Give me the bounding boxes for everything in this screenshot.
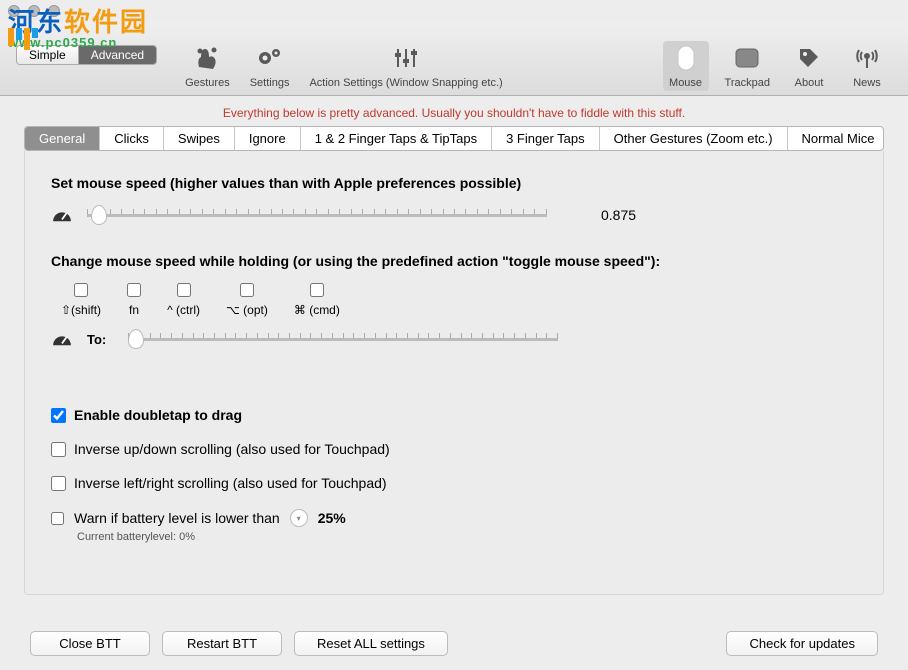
stepper-icon[interactable]: ▾ bbox=[290, 509, 308, 527]
minimize-window-icon[interactable] bbox=[28, 5, 40, 17]
inverse-ud-label: Inverse up/down scrolling (also used for… bbox=[74, 441, 390, 457]
tag-icon bbox=[790, 43, 828, 73]
tab-ignore[interactable]: Ignore bbox=[235, 127, 301, 150]
speed-slider[interactable] bbox=[87, 205, 547, 225]
speed-slider-thumb[interactable] bbox=[91, 205, 107, 225]
doubletap-checkbox[interactable] bbox=[51, 408, 66, 423]
tab-clicks[interactable]: Clicks bbox=[100, 127, 164, 150]
doubletap-row: Enable doubletap to drag bbox=[51, 407, 857, 423]
to-slider[interactable] bbox=[128, 329, 558, 349]
toolbar-about-label: About bbox=[795, 77, 824, 89]
mod-shift-label: ⇧(shift) bbox=[61, 303, 101, 317]
toolbar-action-settings[interactable]: Action Settings (Window Snapping etc.) bbox=[305, 41, 506, 91]
mod-opt-label: ⌥ (opt) bbox=[226, 303, 268, 317]
toolbar-trackpad-label: Trackpad bbox=[725, 77, 770, 89]
tab-finger-1-2[interactable]: 1 & 2 Finger Taps & TipTaps bbox=[301, 127, 492, 150]
toolbar-mouse-label: Mouse bbox=[669, 77, 702, 89]
warning-text: Everything below is pretty advanced. Usu… bbox=[0, 96, 908, 126]
speed-section-title: Set mouse speed (higher values than with… bbox=[51, 175, 857, 191]
current-battery-level: Current batterylevel: 0% bbox=[77, 531, 857, 543]
battery-stepper[interactable]: ▾ bbox=[290, 509, 308, 527]
toolbar-action-settings-label: Action Settings (Window Snapping etc.) bbox=[309, 77, 502, 89]
speedometer-icon bbox=[51, 207, 73, 223]
inverse-lr-checkbox[interactable] bbox=[51, 476, 66, 491]
tab-normal-mice[interactable]: Normal Mice bbox=[788, 127, 884, 150]
mod-shift-checkbox[interactable] bbox=[74, 283, 88, 297]
settings-icon bbox=[251, 43, 289, 73]
tab-other-gestures[interactable]: Other Gestures (Zoom etc.) bbox=[600, 127, 788, 150]
toolbar-gestures[interactable]: Gestures bbox=[181, 41, 234, 91]
tab-general[interactable]: General bbox=[25, 127, 100, 150]
mod-fn-checkbox[interactable] bbox=[127, 283, 141, 297]
toolbar-gestures-label: Gestures bbox=[185, 77, 230, 89]
modifier-keys: ⇧(shift) fn ^ (ctrl) ⌥ (opt) ⌘ (cmd) bbox=[61, 283, 857, 317]
to-slider-row: To: bbox=[51, 329, 857, 349]
sliders-icon bbox=[387, 43, 425, 73]
toolbar-about[interactable]: About bbox=[786, 41, 832, 91]
view-mode-segmented: Simple Advanced bbox=[16, 45, 157, 65]
tabs: General Clicks Swipes Ignore 1 & 2 Finge… bbox=[24, 126, 884, 151]
tab-swipes[interactable]: Swipes bbox=[164, 127, 235, 150]
battery-percent: 25% bbox=[318, 510, 346, 526]
battery-row: Warn if battery level is lower than ▾ 25… bbox=[51, 509, 857, 527]
to-label: To: bbox=[87, 332, 106, 347]
toolbar-news[interactable]: News bbox=[844, 41, 890, 91]
inverse-lr-row: Inverse left/right scrolling (also used … bbox=[51, 475, 857, 491]
zoom-window-icon[interactable] bbox=[48, 5, 60, 17]
toolbar-mouse[interactable]: Mouse bbox=[663, 41, 709, 91]
toolbar: Simple Advanced Gestures Settings Action… bbox=[0, 22, 908, 96]
simple-mode-button[interactable]: Simple bbox=[17, 46, 79, 64]
toolbar-news-label: News bbox=[853, 77, 881, 89]
mod-opt-checkbox[interactable] bbox=[240, 283, 254, 297]
toolbar-settings-label: Settings bbox=[250, 77, 290, 89]
toolbar-settings[interactable]: Settings bbox=[246, 41, 294, 91]
change-speed-title: Change mouse speed while holding (or usi… bbox=[51, 253, 857, 269]
mod-ctrl-checkbox[interactable] bbox=[177, 283, 191, 297]
doubletap-label: Enable doubletap to drag bbox=[74, 407, 242, 423]
speedometer-icon bbox=[51, 331, 73, 347]
gestures-icon bbox=[188, 43, 226, 73]
close-window-icon[interactable] bbox=[8, 5, 20, 17]
mouse-icon bbox=[667, 43, 705, 73]
trackpad-icon bbox=[728, 43, 766, 73]
mod-ctrl-label: ^ (ctrl) bbox=[167, 303, 200, 317]
advanced-mode-button[interactable]: Advanced bbox=[79, 46, 156, 64]
titlebar bbox=[0, 0, 908, 22]
mod-cmd-checkbox[interactable] bbox=[310, 283, 324, 297]
speed-value: 0.875 bbox=[601, 207, 636, 223]
battery-warn-checkbox[interactable] bbox=[51, 512, 64, 525]
inverse-lr-label: Inverse left/right scrolling (also used … bbox=[74, 475, 387, 491]
mod-cmd-label: ⌘ (cmd) bbox=[294, 303, 340, 317]
speed-slider-row: 0.875 bbox=[51, 205, 857, 225]
inverse-ud-checkbox[interactable] bbox=[51, 442, 66, 457]
tab-finger-3[interactable]: 3 Finger Taps bbox=[492, 127, 600, 150]
battery-warn-label: Warn if battery level is lower than bbox=[74, 510, 280, 526]
reset-all-button[interactable]: Reset ALL settings bbox=[294, 631, 448, 656]
content-panel: Set mouse speed (higher values than with… bbox=[24, 151, 884, 595]
check-updates-button[interactable]: Check for updates bbox=[726, 631, 878, 656]
close-btt-button[interactable]: Close BTT bbox=[30, 631, 150, 656]
mod-fn-label: fn bbox=[129, 303, 139, 317]
inverse-ud-row: Inverse up/down scrolling (also used for… bbox=[51, 441, 857, 457]
broadcast-icon bbox=[848, 43, 886, 73]
footer: Close BTT Restart BTT Reset ALL settings… bbox=[0, 631, 908, 656]
toolbar-trackpad[interactable]: Trackpad bbox=[721, 41, 774, 91]
to-slider-thumb[interactable] bbox=[128, 329, 144, 349]
restart-btt-button[interactable]: Restart BTT bbox=[162, 631, 282, 656]
